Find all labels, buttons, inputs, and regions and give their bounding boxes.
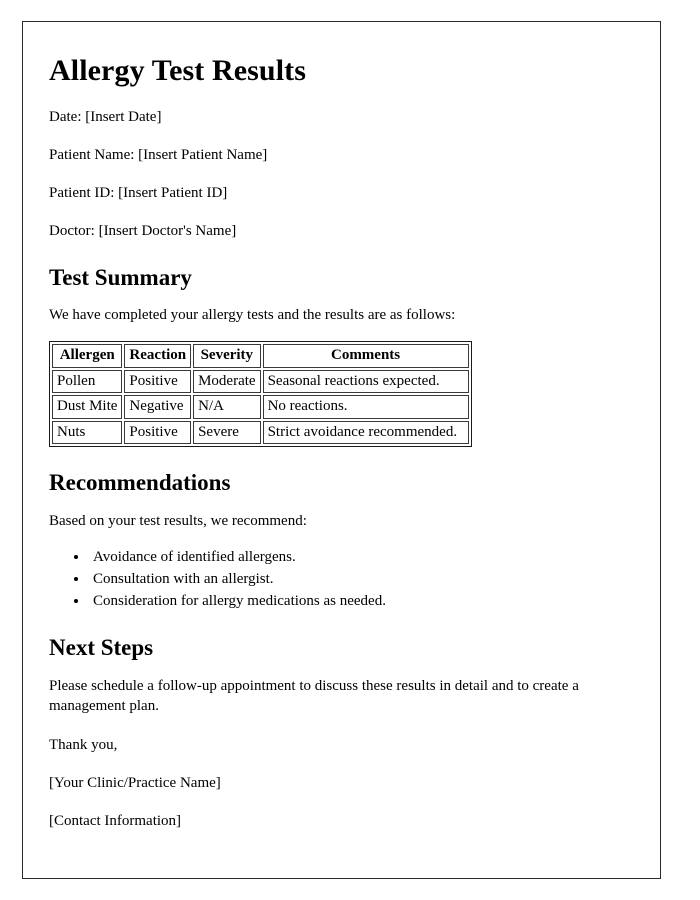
table-row: Pollen Positive Moderate Seasonal reacti… [52, 369, 469, 394]
clinic-name-placeholder: [Your Clinic/Practice Name] [49, 774, 221, 791]
table-header-row: Allergen Reaction Severity Comments [52, 344, 469, 368]
table-row: Nuts Positive Severe Strict avoidance re… [52, 420, 469, 445]
meta-line-doctor: Doctor: [Insert Doctor's Name] [49, 223, 237, 240]
section-heading-recommendations: Recommendations [49, 470, 231, 496]
cell-severity: N/A [193, 395, 261, 419]
list-item: Consultation with an allergist. [89, 569, 634, 591]
cell-comments: No reactions. [262, 395, 469, 419]
cell-reaction: Positive [124, 420, 192, 445]
list-item: Avoidance of identified allergens. [89, 547, 634, 569]
cell-reaction: Negative [124, 395, 192, 419]
document-body: Allergy Test Results Date: [Insert Date]… [23, 22, 660, 831]
meta-line-patient-id: Patient ID: [Insert Patient ID] [49, 185, 228, 201]
section-heading-test-summary: Test Summary [49, 264, 192, 290]
document-page: Allergy Test Results Date: [Insert Date]… [22, 21, 661, 879]
list-item: Consideration for allergy medications as… [89, 591, 634, 613]
meta-line-date: Date: [Insert Date] [49, 108, 162, 125]
next-steps-paragraph: Please schedule a follow-up appointment … [49, 678, 579, 715]
meta-line-patient-name: Patient Name: [Insert Patient Name] [49, 146, 268, 163]
cell-reaction: Positive [124, 369, 192, 394]
page-title: Allergy Test Results [49, 54, 306, 87]
cell-allergen: Dust Mite [52, 395, 123, 419]
section-heading-next-steps: Next Steps [49, 635, 154, 661]
column-header-allergen: Allergen [52, 344, 123, 368]
table-header: Allergen Reaction Severity Comments [52, 344, 469, 368]
contact-information-placeholder: [Contact Information] [49, 813, 182, 830]
signoff-thanks: Thank you, [49, 736, 118, 753]
cell-allergen: Nuts [52, 420, 123, 445]
cell-comments: Seasonal reactions expected. [262, 369, 469, 394]
column-header-reaction: Reaction [124, 344, 192, 368]
recommendations-intro: Based on your test results, we recommend… [49, 512, 307, 529]
cell-allergen: Pollen [52, 369, 123, 394]
table-body: Pollen Positive Moderate Seasonal reacti… [52, 369, 469, 445]
test-summary-intro: We have completed your allergy tests and… [49, 307, 456, 324]
cell-severity: Moderate [193, 369, 261, 394]
cell-severity: Severe [193, 420, 261, 445]
column-header-comments: Comments [262, 344, 469, 368]
table-row: Dust Mite Negative N/A No reactions. [52, 395, 469, 419]
column-header-severity: Severity [193, 344, 261, 368]
allergy-results-table: Allergen Reaction Severity Comments Poll… [49, 341, 472, 448]
cell-comments: Strict avoidance recommended. [262, 420, 469, 445]
recommendations-list: Avoidance of identified allergens. Consu… [49, 547, 634, 612]
